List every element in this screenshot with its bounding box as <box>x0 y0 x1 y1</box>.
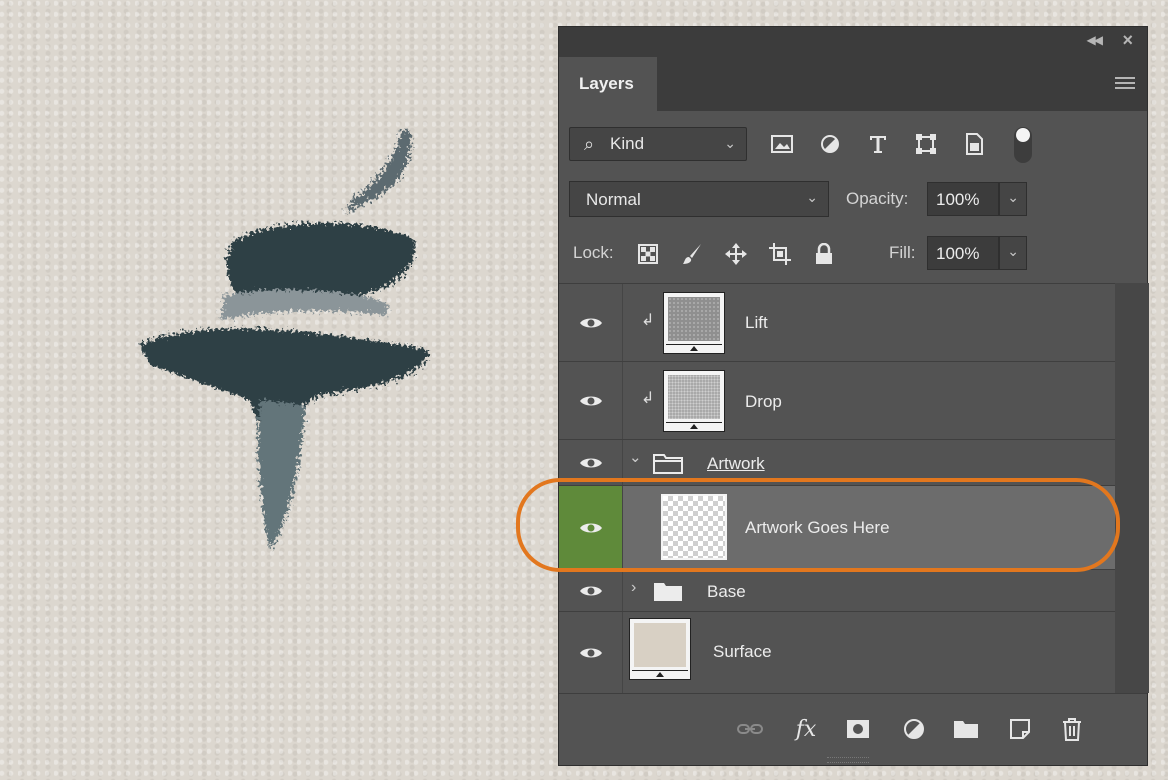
fill-input[interactable]: 100% <box>927 236 999 270</box>
panel-footer-toolbar: fx <box>559 693 1147 765</box>
filter-toggle-switch[interactable] <box>1014 127 1032 163</box>
filter-row: ⌕ Kind ⌄ <box>569 127 1147 163</box>
layer-name-lift[interactable]: Lift <box>745 313 768 333</box>
layer-row-lift[interactable]: ↲ Lift <box>559 284 1115 362</box>
blend-mode-select[interactable]: Normal ⌄ <box>569 181 829 217</box>
layer-list: ↲ Lift ↲ Drop ⌄ Artwork Artwork Goes Her… <box>559 283 1115 694</box>
folder-icon <box>654 583 682 601</box>
panel-titlebar[interactable]: ◀◀ × <box>559 27 1147 57</box>
chevron-down-icon[interactable]: ⌄ <box>629 448 642 466</box>
panel-resize-grip[interactable] <box>827 757 869 763</box>
adjustment-layer-filter-icon[interactable] <box>817 131 843 157</box>
lock-label: Lock: <box>573 243 614 262</box>
new-group-folder-icon[interactable] <box>951 714 981 744</box>
shape-layer-filter-icon[interactable] <box>913 131 939 157</box>
layer-name-drop[interactable]: Drop <box>745 392 782 412</box>
clipping-mask-arrow-icon: ↲ <box>641 390 655 407</box>
layer-name-artwork-goes-here[interactable]: Artwork Goes Here <box>745 518 890 538</box>
visibility-eye-icon[interactable] <box>559 362 623 439</box>
search-icon: ⌕ <box>584 134 595 154</box>
layer-thumbnail-artwork-goes-here[interactable] <box>661 494 727 560</box>
clipping-mask-arrow-icon: ↲ <box>641 312 655 329</box>
layer-name-base[interactable]: Base <box>707 582 746 602</box>
panel-menu-icon[interactable] <box>1115 77 1135 91</box>
layer-name-artwork[interactable]: Artwork <box>707 454 765 474</box>
lock-transparent-pixels-icon[interactable] <box>635 241 661 267</box>
folder-open-icon <box>653 454 683 474</box>
opacity-label: Opacity: <box>846 189 909 208</box>
fill-label: Fill: <box>889 243 916 262</box>
layer-thumbnail-lift[interactable] <box>663 292 725 354</box>
visibility-eye-icon[interactable] <box>559 440 623 485</box>
layer-thumbnail-surface[interactable] <box>629 618 691 680</box>
new-adjustment-layer-icon[interactable] <box>899 714 929 744</box>
lock-image-pixels-brush-icon[interactable] <box>679 241 705 267</box>
tab-layers[interactable]: Layers <box>559 57 657 111</box>
layer-group-base[interactable]: › Base <box>559 570 1115 612</box>
layer-row-surface[interactable]: Surface <box>559 612 1115 694</box>
layer-effects-fx-icon[interactable]: fx <box>791 714 821 744</box>
blend-mode-value: Normal <box>586 190 641 209</box>
pixel-layer-filter-icon[interactable] <box>769 131 795 157</box>
blend-row: Normal ⌄ Opacity: 100% ⌄ <box>569 181 1147 217</box>
add-layer-mask-icon[interactable] <box>843 714 873 744</box>
delete-layer-trash-icon[interactable] <box>1057 714 1087 744</box>
close-panel-icon[interactable]: × <box>1122 30 1133 51</box>
collapse-panel-icon[interactable]: ◀◀ <box>1087 33 1104 47</box>
lock-artboard-icon[interactable] <box>767 241 793 267</box>
layer-group-artwork[interactable]: ⌄ Artwork <box>559 440 1115 486</box>
opacity-input[interactable]: 100% <box>927 182 999 216</box>
layers-panel: ◀◀ × Layers ⌕ Kind ⌄ Normal ⌄ Opacity: 1… <box>558 26 1149 766</box>
chevron-down-icon: ⌄ <box>1007 243 1019 259</box>
brush-stroke-artwork <box>140 130 430 550</box>
smart-object-filter-icon[interactable] <box>961 131 987 157</box>
filter-kind-select[interactable]: ⌕ Kind ⌄ <box>569 127 747 161</box>
link-layers-icon[interactable] <box>735 714 765 744</box>
lock-all-padlock-icon[interactable] <box>811 241 837 267</box>
chevron-down-icon: ⌄ <box>724 135 736 151</box>
chevron-right-icon[interactable]: › <box>631 579 636 597</box>
visibility-eye-icon[interactable] <box>559 612 623 694</box>
filter-kind-label: Kind <box>610 134 645 153</box>
visibility-eye-icon[interactable] <box>559 570 623 611</box>
layer-list-scrollbar[interactable] <box>1115 283 1149 693</box>
type-layer-filter-icon[interactable] <box>865 131 891 157</box>
panel-tab-row: Layers <box>559 57 1147 111</box>
layer-row-artwork-goes-here[interactable]: Artwork Goes Here <box>559 486 1115 570</box>
chevron-down-icon: ⌄ <box>1007 189 1019 205</box>
layer-thumbnail-drop[interactable] <box>663 370 725 432</box>
visibility-eye-icon[interactable] <box>559 284 623 361</box>
chevron-down-icon: ⌄ <box>806 189 818 205</box>
lock-position-move-icon[interactable] <box>723 241 749 267</box>
layer-row-drop[interactable]: ↲ Drop <box>559 362 1115 440</box>
layer-name-surface[interactable]: Surface <box>713 642 772 662</box>
fill-dropdown[interactable]: ⌄ <box>999 236 1027 270</box>
lock-row: Lock: Fill: 100% ⌄ <box>569 235 1147 271</box>
new-layer-icon[interactable] <box>1005 714 1035 744</box>
visibility-eye-icon[interactable] <box>559 486 623 569</box>
opacity-dropdown[interactable]: ⌄ <box>999 182 1027 216</box>
